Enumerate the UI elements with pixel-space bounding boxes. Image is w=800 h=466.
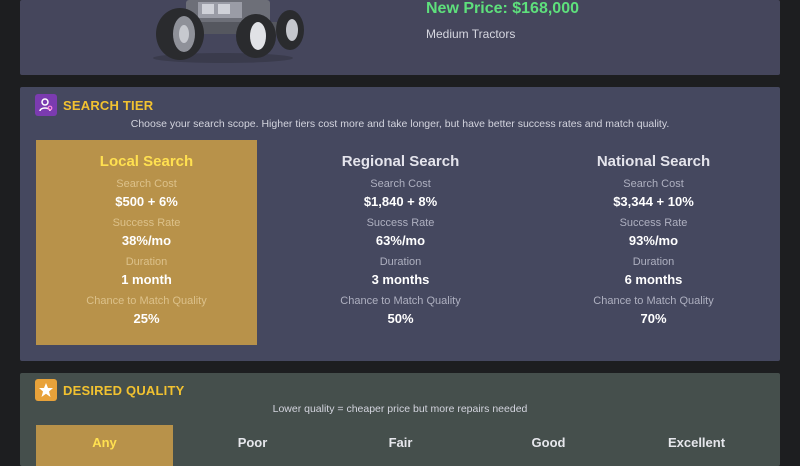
desired-quality-title: DESIRED QUALITY <box>63 382 185 398</box>
tier-name: National Search <box>596 153 711 170</box>
quality-option-poor[interactable]: Poor <box>184 425 321 466</box>
duration-label: Duration <box>632 256 675 268</box>
tier-name: Regional Search <box>341 153 460 170</box>
star-icon <box>35 379 57 401</box>
success-rate-label: Success Rate <box>112 217 181 229</box>
success-rate-label: Success Rate <box>366 217 435 229</box>
tier-card-national[interactable]: National Search Search Cost $3,344 + 10%… <box>543 140 764 345</box>
tier-card-local[interactable]: Local Search Search Cost $500 + 6% Succe… <box>36 140 257 345</box>
quality-option-excellent[interactable]: Excellent <box>628 425 765 466</box>
duration-value: 6 months <box>624 272 683 287</box>
desired-quality-panel: DESIRED QUALITY Lower quality = cheaper … <box>20 373 780 466</box>
person-search-icon <box>35 94 57 116</box>
duration-label: Duration <box>379 256 422 268</box>
desired-quality-header: DESIRED QUALITY <box>35 379 184 401</box>
search-tier-header: SEARCH TIER <box>35 94 153 116</box>
search-tier-panel: SEARCH TIER Choose your search scope. Hi… <box>20 87 780 361</box>
quality-option-fair[interactable]: Fair <box>332 425 469 466</box>
search-cost-label: Search Cost <box>116 178 177 190</box>
success-rate-value: 93%/mo <box>628 233 679 248</box>
vehicle-summary-panel: New Price: $168,000 Medium Tractors <box>20 0 780 75</box>
duration-value: 1 month <box>121 272 172 287</box>
quality-option-any[interactable]: Any <box>36 425 173 466</box>
match-chance-value: 25% <box>133 311 160 326</box>
search-cost-value: $1,840 + 8% <box>363 194 438 209</box>
tier-name: Local Search <box>99 153 194 170</box>
new-price: New Price: $168,000 <box>426 0 579 17</box>
success-rate-value: 38%/mo <box>121 233 172 248</box>
match-chance-label: Chance to Match Quality <box>86 295 207 307</box>
duration-value: 3 months <box>371 272 430 287</box>
match-chance-label: Chance to Match Quality <box>593 295 714 307</box>
match-chance-value: 70% <box>640 311 667 326</box>
vehicle-category: Medium Tractors <box>426 27 516 41</box>
search-tier-description: Choose your search scope. Higher tiers c… <box>130 118 670 130</box>
success-rate-label: Success Rate <box>619 217 688 229</box>
success-rate-value: 63%/mo <box>375 233 426 248</box>
search-cost-label: Search Cost <box>623 178 684 190</box>
search-tier-title: SEARCH TIER <box>63 97 154 113</box>
tier-card-regional[interactable]: Regional Search Search Cost $1,840 + 8% … <box>290 140 511 345</box>
quality-option-good[interactable]: Good <box>480 425 617 466</box>
match-chance-label: Chance to Match Quality <box>340 295 461 307</box>
desired-quality-description: Lower quality = cheaper price but more r… <box>272 403 528 415</box>
search-cost-value: $3,344 + 10% <box>613 194 694 209</box>
tractor-image <box>153 0 304 63</box>
search-cost-value: $500 + 6% <box>115 194 178 209</box>
match-chance-value: 50% <box>387 311 414 326</box>
duration-label: Duration <box>125 256 168 268</box>
search-cost-label: Search Cost <box>370 178 431 190</box>
